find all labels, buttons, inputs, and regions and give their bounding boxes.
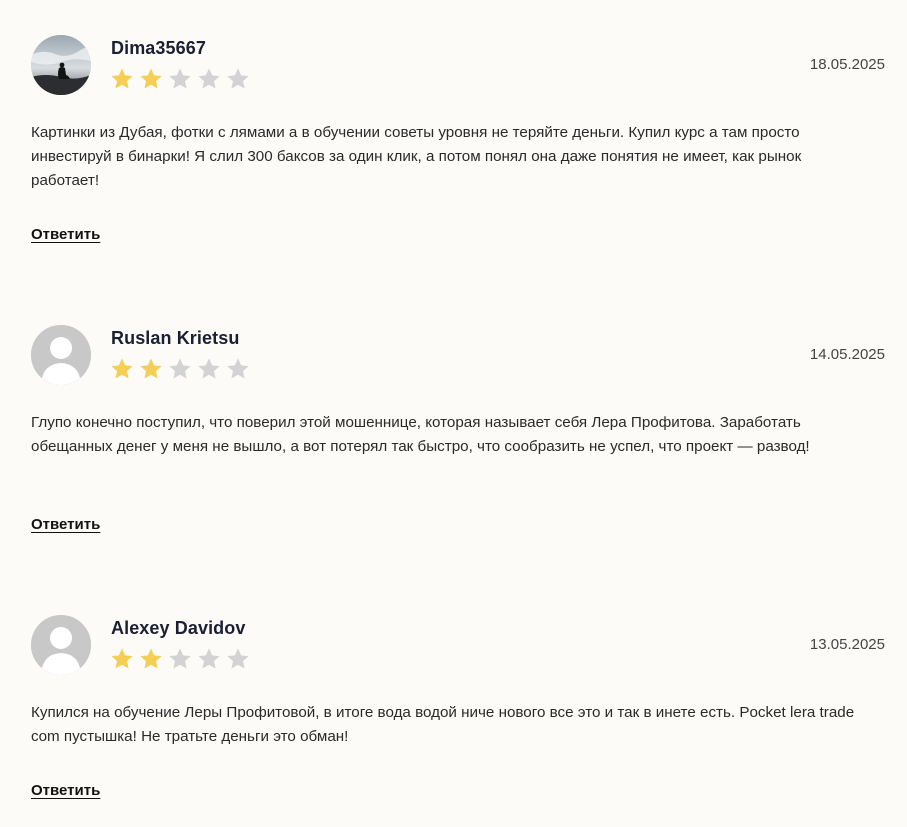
- reply-link[interactable]: Ответить: [31, 782, 100, 799]
- reply-link[interactable]: Ответить: [31, 226, 100, 243]
- reply-link[interactable]: Ответить: [31, 516, 100, 533]
- star-empty-icon: [198, 358, 220, 379]
- review-text: Глупо конечно поступил, что поверил этой…: [31, 414, 810, 455]
- review-date: 13.05.2025: [809, 636, 885, 653]
- star-filled-icon: [111, 68, 133, 89]
- star-empty-icon: [169, 648, 191, 669]
- star-empty-icon: [227, 68, 249, 89]
- star-empty-icon: [198, 68, 220, 89]
- review-date: 18.05.2025: [809, 56, 885, 73]
- rating-stars: [109, 646, 251, 674]
- star-empty-icon: [169, 358, 191, 379]
- rating-stars: [109, 66, 251, 94]
- review-text: Купился на обучение Леры Профитовой, в и…: [31, 704, 855, 745]
- star-filled-icon: [111, 358, 133, 379]
- review-author: Dima35667: [111, 38, 206, 58]
- review-author: Ruslan Krietsu: [111, 328, 240, 348]
- avatar: [31, 615, 91, 675]
- review-text: Картинки из Дубая, фотки с лямами а в об…: [31, 124, 802, 189]
- star-filled-icon: [140, 68, 162, 89]
- star-empty-icon: [198, 648, 220, 669]
- star-filled-icon: [111, 648, 133, 669]
- avatar: [31, 35, 91, 95]
- review-date: 14.05.2025: [809, 346, 885, 363]
- star-empty-icon: [169, 68, 191, 89]
- photo-silhouette-avatar-icon: [31, 35, 91, 95]
- star-filled-icon: [140, 358, 162, 379]
- star-empty-icon: [227, 358, 249, 379]
- star-filled-icon: [140, 648, 162, 669]
- default-user-avatar-icon: [31, 615, 91, 675]
- avatar: [31, 325, 91, 385]
- default-user-avatar-icon: [31, 325, 91, 385]
- review-author: Alexey Davidov: [111, 618, 246, 638]
- star-empty-icon: [227, 648, 249, 669]
- rating-stars: [109, 356, 251, 384]
